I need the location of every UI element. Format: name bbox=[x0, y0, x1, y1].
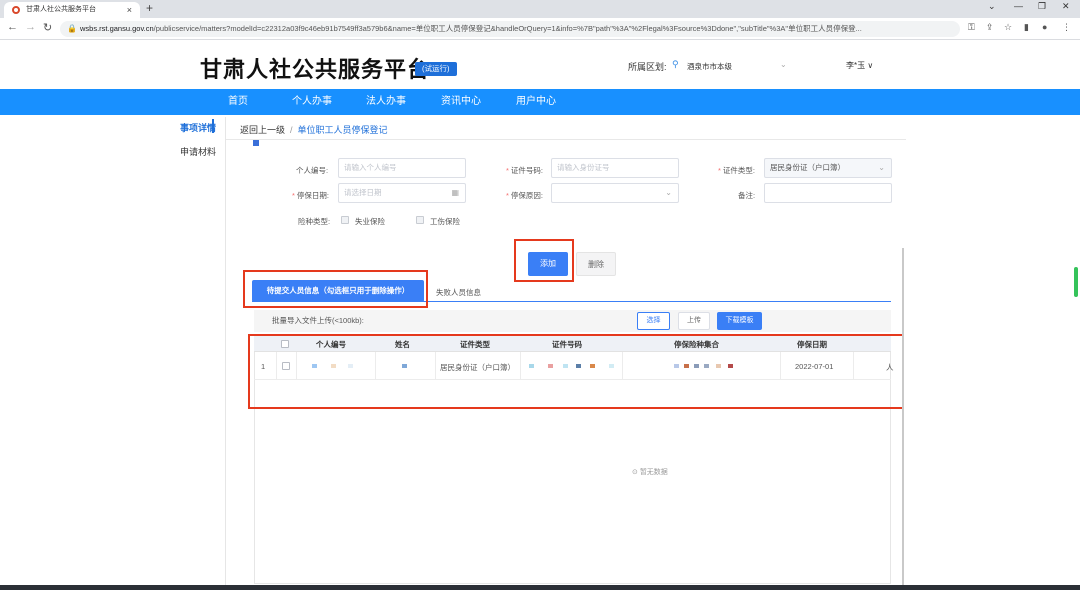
delete-button[interactable]: 删除 bbox=[576, 252, 616, 276]
stop-reason-label: * 停保原因: bbox=[506, 191, 544, 200]
highlight-box-table bbox=[248, 334, 904, 409]
key-icon[interactable]: ⚿ bbox=[968, 22, 975, 33]
back-icon[interactable]: ← bbox=[7, 21, 18, 33]
nav-personal[interactable]: 个人办事 bbox=[292, 89, 332, 115]
section-marker bbox=[253, 140, 259, 146]
region-label: 所属区划: bbox=[628, 62, 667, 72]
chevron-down-icon[interactable]: ⌄ bbox=[780, 60, 787, 69]
sidebar-item-details[interactable]: 事项详情 bbox=[180, 121, 216, 134]
browser-tab-title: 甘肃人社公共服务平台 bbox=[26, 6, 96, 13]
beta-badge: (试运行) bbox=[415, 62, 457, 76]
restore-icon[interactable]: ❐ bbox=[1038, 1, 1046, 12]
injury-label: 工伤保险 bbox=[430, 217, 460, 226]
lock-icon: 🔒 bbox=[67, 24, 77, 33]
close-window-icon[interactable]: ✕ bbox=[1062, 1, 1070, 12]
upload-button[interactable]: 上传 bbox=[678, 312, 710, 330]
site-title: 甘肃人社公共服务平台 bbox=[200, 58, 431, 83]
nav-user-center[interactable]: 用户中心 bbox=[516, 89, 556, 115]
sidebar-item-materials[interactable]: 申请材料 bbox=[180, 145, 216, 158]
remark-label: 备注: bbox=[738, 191, 756, 200]
highlight-box-tab bbox=[243, 270, 428, 308]
breadcrumb-separator: / bbox=[290, 125, 293, 135]
sidebar-divider bbox=[225, 117, 226, 590]
cert-type-label: * 证件类型: bbox=[718, 166, 756, 175]
vertical-scrollbar[interactable] bbox=[902, 248, 904, 588]
stop-date-placeholder: 请选择日期 bbox=[344, 188, 382, 197]
cert-no-input[interactable]: 请输入身份证号 bbox=[551, 158, 679, 178]
calendar-icon[interactable]: ▦ bbox=[451, 184, 459, 202]
location-pin-icon: ⚲ bbox=[672, 59, 679, 69]
sidebar-active-indicator bbox=[212, 119, 214, 133]
stop-date-label: * 停保日期: bbox=[292, 191, 330, 200]
url-path: /publicservice/matters?modelId=c22312a03… bbox=[153, 24, 862, 33]
sidepanel-icon[interactable]: ▮ bbox=[1024, 22, 1029, 33]
site-favicon-icon bbox=[12, 6, 20, 14]
nav-news[interactable]: 资讯中心 bbox=[441, 89, 481, 115]
person-id-input[interactable]: 请输入个人编号 bbox=[338, 158, 466, 178]
reload-icon[interactable]: ↻ bbox=[43, 21, 52, 34]
taskbar bbox=[0, 585, 1080, 590]
bookmark-star-icon[interactable]: ☆ bbox=[1004, 22, 1012, 33]
unemployment-checkbox[interactable] bbox=[341, 216, 349, 224]
empty-state: ⊙ 暂无数据 bbox=[632, 467, 668, 477]
share-icon[interactable]: ⇪ bbox=[986, 22, 994, 33]
user-menu[interactable]: 李*玉 ∨ bbox=[846, 60, 873, 71]
address-bar: ← → ↻ 🔒 wsbs.rst.gansu.gov.cn/publicserv… bbox=[0, 18, 1080, 40]
cert-type-select[interactable]: 居民身份证（户口簿） ⌄ bbox=[764, 158, 892, 178]
breadcrumb-back-link[interactable]: 返回上一级 bbox=[240, 125, 285, 135]
browser-tab[interactable]: 甘肃人社公共服务平台 × bbox=[4, 2, 140, 18]
chevron-down-icon: ⌄ bbox=[878, 163, 885, 172]
minimize-icon[interactable]: — bbox=[1014, 1, 1023, 11]
upload-label: 批量导入文件上传(<100kb): bbox=[272, 316, 364, 325]
empty-text: 暂无数据 bbox=[639, 469, 668, 476]
nav-home[interactable]: 首页 bbox=[228, 89, 248, 115]
empty-icon: ⊙ bbox=[632, 469, 640, 476]
remark-input[interactable] bbox=[764, 183, 892, 203]
chevron-down-icon: ⌄ bbox=[665, 188, 672, 197]
insurance-type-label: 险种类型: bbox=[298, 217, 331, 226]
stop-date-input[interactable]: 请选择日期 ▦ bbox=[338, 183, 466, 203]
injury-checkbox[interactable] bbox=[416, 216, 424, 224]
download-template-button[interactable]: 下载模板 bbox=[717, 312, 762, 330]
main-nav: 首页 个人办事 法人办事 资讯中心 用户中心 bbox=[0, 89, 1080, 115]
close-tab-icon[interactable]: × bbox=[127, 2, 132, 18]
breadcrumb-current: 单位职工人员停保登记 bbox=[297, 125, 388, 135]
cert-type-value: 居民身份证（户口簿） bbox=[770, 163, 845, 172]
profile-icon[interactable]: ● bbox=[1042, 22, 1047, 32]
url-field[interactable]: 🔒 wsbs.rst.gansu.gov.cn/publicservice/ma… bbox=[60, 21, 960, 37]
side-handle[interactable] bbox=[1074, 267, 1078, 297]
nav-legal[interactable]: 法人办事 bbox=[366, 89, 406, 115]
menu-kebab-icon[interactable]: ⋮ bbox=[1062, 22, 1071, 33]
new-tab-button[interactable]: + bbox=[146, 1, 153, 15]
region-select[interactable]: 酒泉市市本级 bbox=[687, 61, 732, 72]
stop-reason-select[interactable]: ⌄ bbox=[551, 183, 679, 203]
cert-no-label: * 证件号码: bbox=[506, 166, 544, 175]
browser-tab-bar: 甘肃人社公共服务平台 × + ⌄ — ❐ ✕ bbox=[0, 0, 1080, 18]
forward-icon[interactable]: → bbox=[25, 21, 36, 33]
tab-search-icon[interactable]: ⌄ bbox=[988, 1, 996, 12]
url-host: wsbs.rst.gansu.gov.cn bbox=[80, 24, 154, 33]
tab-failed-persons[interactable]: 失败人员信息 bbox=[436, 287, 481, 298]
highlight-box-add bbox=[514, 239, 574, 282]
breadcrumb: 返回上一级 / 单位职工人员停保登记 bbox=[240, 123, 388, 136]
person-id-label: 个人编号: bbox=[296, 166, 329, 175]
breadcrumb-divider bbox=[226, 139, 906, 140]
choose-file-button[interactable]: 选择 bbox=[637, 312, 670, 330]
unemployment-label: 失业保险 bbox=[355, 217, 385, 226]
